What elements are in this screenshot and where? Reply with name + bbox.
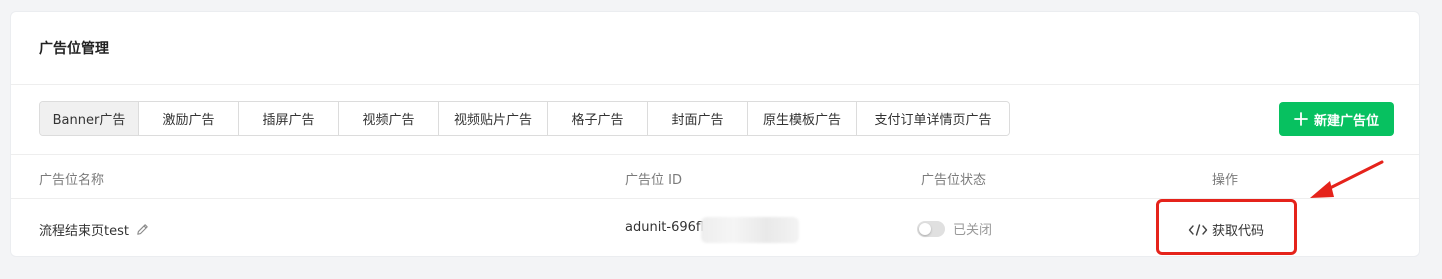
tab-grid[interactable]: 格子广告 (548, 102, 648, 135)
pencil-icon[interactable] (135, 222, 150, 237)
ad-slot-name: 流程结束页test (39, 224, 129, 239)
toolbar: Banner广告 激励广告 插屏广告 视频广告 视频贴片广告 格子广告 封面广告… (11, 85, 1419, 155)
tab-cover[interactable]: 封面广告 (648, 102, 748, 135)
redacted-id-mask (701, 217, 799, 243)
code-icon (1188, 223, 1208, 236)
status-cell: 已关闭 (917, 219, 992, 238)
ad-type-tabs: Banner广告 激励广告 插屏广告 视频广告 视频贴片广告 格子广告 封面广告… (39, 101, 1010, 136)
card-header: 广告位管理 (11, 12, 1419, 85)
annotation-arrow-icon (1310, 160, 1384, 198)
tab-native-template[interactable]: 原生模板广告 (748, 102, 857, 135)
ad-slot-card: 广告位管理 Banner广告 激励广告 插屏广告 视频广告 视频贴片广告 格子广… (10, 11, 1420, 257)
table-row: 流程结束页test adunit-696fl 已关闭 获取代码 (11, 199, 1419, 257)
tab-payment-order[interactable]: 支付订单详情页广告 (857, 102, 1009, 135)
table-header: 广告位名称 广告位 ID 广告位状态 操作 (11, 155, 1419, 199)
status-toggle[interactable] (917, 220, 945, 237)
column-header-id: 广告位 ID (625, 173, 682, 188)
tab-rewarded[interactable]: 激励广告 (139, 102, 239, 135)
toggle-knob (919, 222, 931, 235)
new-ad-slot-label: 新建广告位 (1313, 113, 1379, 129)
column-header-name: 广告位名称 (39, 173, 105, 188)
page-title: 广告位管理 (39, 41, 109, 57)
ad-slot-id: adunit-696fl (625, 220, 705, 235)
status-text: 已关闭 (953, 223, 993, 238)
get-code-button[interactable]: 获取代码 (1188, 220, 1264, 239)
get-code-label: 获取代码 (1212, 224, 1265, 239)
plus-icon (1294, 112, 1308, 126)
column-header-action: 操作 (1212, 173, 1239, 188)
tab-banner[interactable]: Banner广告 (40, 102, 139, 135)
tab-interstitial[interactable]: 插屏广告 (239, 102, 339, 135)
tab-video[interactable]: 视频广告 (339, 102, 439, 135)
tab-video-patch[interactable]: 视频贴片广告 (439, 102, 548, 135)
column-header-status: 广告位状态 (921, 173, 987, 188)
new-ad-slot-button[interactable]: 新建广告位 (1279, 102, 1394, 136)
ad-slot-name-cell: 流程结束页test (39, 220, 150, 239)
